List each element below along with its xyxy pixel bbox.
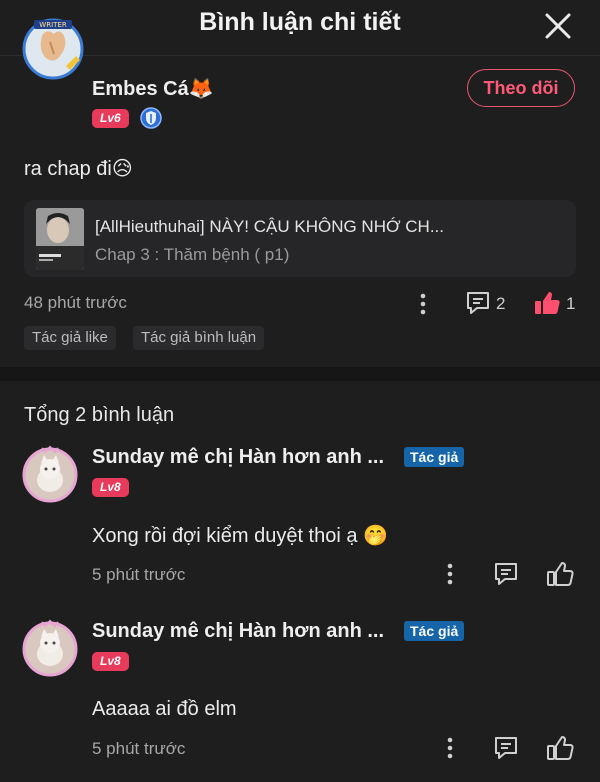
- avatar[interactable]: WRITER: [20, 14, 86, 80]
- avatar[interactable]: [20, 444, 80, 504]
- comment-count: 2: [496, 294, 506, 313]
- post-timestamp: 48 phút trước: [24, 293, 127, 312]
- manga-chapter: Chap 3 : Thăm bệnh ( p1): [95, 245, 290, 264]
- author-badge: Tác giả: [404, 621, 465, 641]
- like-filled-icon[interactable]: [533, 289, 561, 317]
- page-title: Bình luận chi tiết: [199, 8, 401, 36]
- author-badge: Tác giả: [404, 447, 465, 467]
- total-comments-label: Tổng 2 bình luận: [24, 404, 175, 426]
- close-icon[interactable]: [542, 10, 574, 42]
- like-icon[interactable]: [546, 734, 574, 762]
- section-divider: [0, 367, 600, 381]
- reply-text: Xong rồi đợi kiểm duyệt thoi ạ 🤭: [92, 525, 388, 547]
- reply-timestamp: 5 phút trước: [92, 565, 186, 584]
- svg-text:WRITER: WRITER: [39, 21, 67, 29]
- more-options-icon[interactable]: [414, 292, 432, 316]
- fox-emoji: 🦊: [188, 78, 214, 100]
- more-options-icon[interactable]: [441, 736, 459, 760]
- tag-author-comment: Tác giả bình luận: [133, 326, 265, 350]
- level-badge: Lv8: [92, 478, 129, 497]
- comment-icon[interactable]: [465, 290, 491, 316]
- avatar[interactable]: [20, 618, 80, 678]
- like-icon[interactable]: [546, 560, 574, 588]
- reply-username[interactable]: Sunday mê chị Hàn hơn anh ...: [92, 620, 384, 643]
- level-badge: Lv8: [92, 652, 129, 671]
- username-text: Embes Cá: [92, 78, 189, 100]
- more-options-icon[interactable]: [441, 562, 459, 586]
- comment-text: ra chap đi😥: [24, 158, 133, 180]
- comment-icon[interactable]: [493, 561, 519, 587]
- manga-link-card[interactable]: [AllHieuthuhai] NÀY! CẬU KHÔNG NHỚ CH...…: [24, 200, 576, 277]
- like-count: 1: [566, 294, 576, 313]
- verified-shield-icon: [140, 107, 162, 129]
- level-badge: Lv6: [92, 109, 129, 128]
- header-bar: Bình luận chi tiết: [0, 0, 600, 56]
- reply-text: Aaaaa ai đồ elm: [92, 698, 237, 720]
- comment-icon[interactable]: [493, 735, 519, 761]
- manga-title: [AllHieuthuhai] NÀY! CẬU KHÔNG NHỚ CH...: [95, 217, 444, 236]
- reply-username[interactable]: Sunday mê chị Hàn hơn anh ...: [92, 446, 384, 469]
- manga-thumbnail: [36, 208, 84, 270]
- reply-timestamp: 5 phút trước: [92, 739, 186, 758]
- post-username[interactable]: Embes Cá🦊: [92, 76, 214, 101]
- follow-button[interactable]: Theo dõi: [467, 69, 575, 107]
- tag-author-like: Tác giả like: [24, 326, 116, 350]
